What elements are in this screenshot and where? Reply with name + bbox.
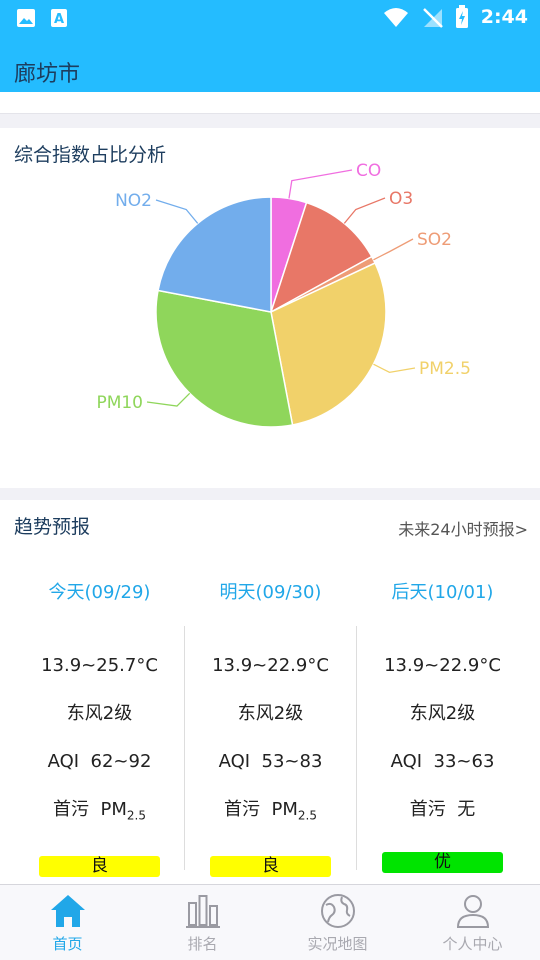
battery-charging-icon	[455, 5, 468, 28]
primary-pollutant: 首污 无	[409, 799, 476, 820]
globe-icon	[320, 894, 355, 928]
wifi-icon	[383, 8, 408, 27]
wind: 东风2级	[66, 703, 133, 724]
app-bar: 廊坊市	[0, 36, 540, 92]
composite-index-card: 综合指数占比分析 CO O3 SO2 PM2.5 PM10 NO2	[0, 128, 540, 488]
air-quality-badge: 优	[382, 852, 503, 873]
tab-label: 首页	[52, 935, 83, 953]
temperature: 13.9~22.9°C	[212, 655, 329, 676]
system-icons: 2:44	[383, 5, 528, 29]
tab-label: 排名	[187, 935, 218, 953]
tab-label: 实况地图	[307, 935, 368, 953]
tab-ranking[interactable]: 排名	[135, 885, 270, 960]
air-quality-badge: 良	[39, 856, 160, 877]
tab-personal-center[interactable]: 个人中心	[405, 885, 540, 960]
status-bar: A 2:44	[0, 0, 540, 36]
clock: 2:44	[480, 6, 528, 28]
page-title[interactable]: 廊坊市	[14, 56, 80, 88]
pie-leader-line	[155, 199, 199, 224]
pie-label: SO2	[417, 230, 452, 250]
wind: 东风2级	[409, 703, 476, 724]
pie-label: CO	[356, 161, 381, 181]
home-icon	[50, 895, 85, 927]
forecast-day-after-tomorrow: 后天(10/01) 13.9~22.9°C 东风2级 AQI 33~63 首污 …	[357, 580, 528, 873]
composite-index-pie-chart: CO O3 SO2 PM2.5 PM10 NO2	[96, 161, 471, 428]
day-label: 今天(09/29)	[48, 582, 151, 603]
tab-home[interactable]: 首页	[0, 885, 135, 960]
tab-live-map[interactable]: 实况地图	[270, 885, 405, 960]
bottom-tab-bar: 首页 排名 实况地图 个人中心	[0, 884, 540, 960]
font-app-icon: A	[51, 9, 67, 27]
pie-leader-line	[146, 392, 191, 407]
pie-label: O3	[389, 189, 413, 209]
forecast-day-today: 今天(09/29) 13.9~25.7°C 东风2级 AQI 62~92 首污 …	[14, 580, 185, 877]
person-icon	[456, 895, 489, 928]
wind: 东风2级	[237, 703, 304, 724]
air-quality-badge: 良	[210, 856, 331, 877]
notification-icons: A	[16, 8, 68, 28]
primary-pollutant: 首污 PM2.5	[53, 799, 146, 823]
day-label: 后天(10/01)	[391, 582, 494, 603]
image-icon	[17, 9, 35, 27]
pie-leader-line	[373, 238, 414, 261]
pie-label: NO2	[115, 191, 152, 211]
bar-chart-icon	[185, 895, 220, 928]
pie-leader-line	[288, 169, 353, 199]
aqi-range: AQI 33~63	[390, 751, 495, 772]
forecast-day-tomorrow: 明天(09/30) 13.9~22.9°C 东风2级 AQI 53~83 首污 …	[185, 580, 356, 877]
trend-forecast-card: 趋势预报 未来24小时预报> 今天(09/29) 13.9~25.7°C 东风2…	[0, 500, 540, 884]
primary-pollutant: 首污 PM2.5	[224, 799, 317, 823]
temperature: 13.9~22.9°C	[384, 655, 501, 676]
aqi-range: AQI 53~83	[218, 751, 323, 772]
tab-label: 个人中心	[442, 935, 503, 953]
temperature: 13.9~25.7°C	[41, 655, 158, 676]
aqi-range: AQI 62~92	[47, 751, 152, 772]
svg-text:A: A	[54, 12, 64, 27]
forecast-24h-link[interactable]: 未来24小时预报>	[398, 516, 528, 540]
top-strip	[0, 92, 540, 114]
pie-leader-line	[373, 363, 416, 374]
no-signal-icon	[422, 8, 443, 28]
pie-leader-line	[343, 197, 386, 224]
day-label: 明天(09/30)	[219, 582, 322, 603]
pie-label: PM10	[96, 393, 143, 413]
pie-label: PM2.5	[419, 359, 471, 379]
trend-forecast-title: 趋势预报	[14, 516, 91, 538]
